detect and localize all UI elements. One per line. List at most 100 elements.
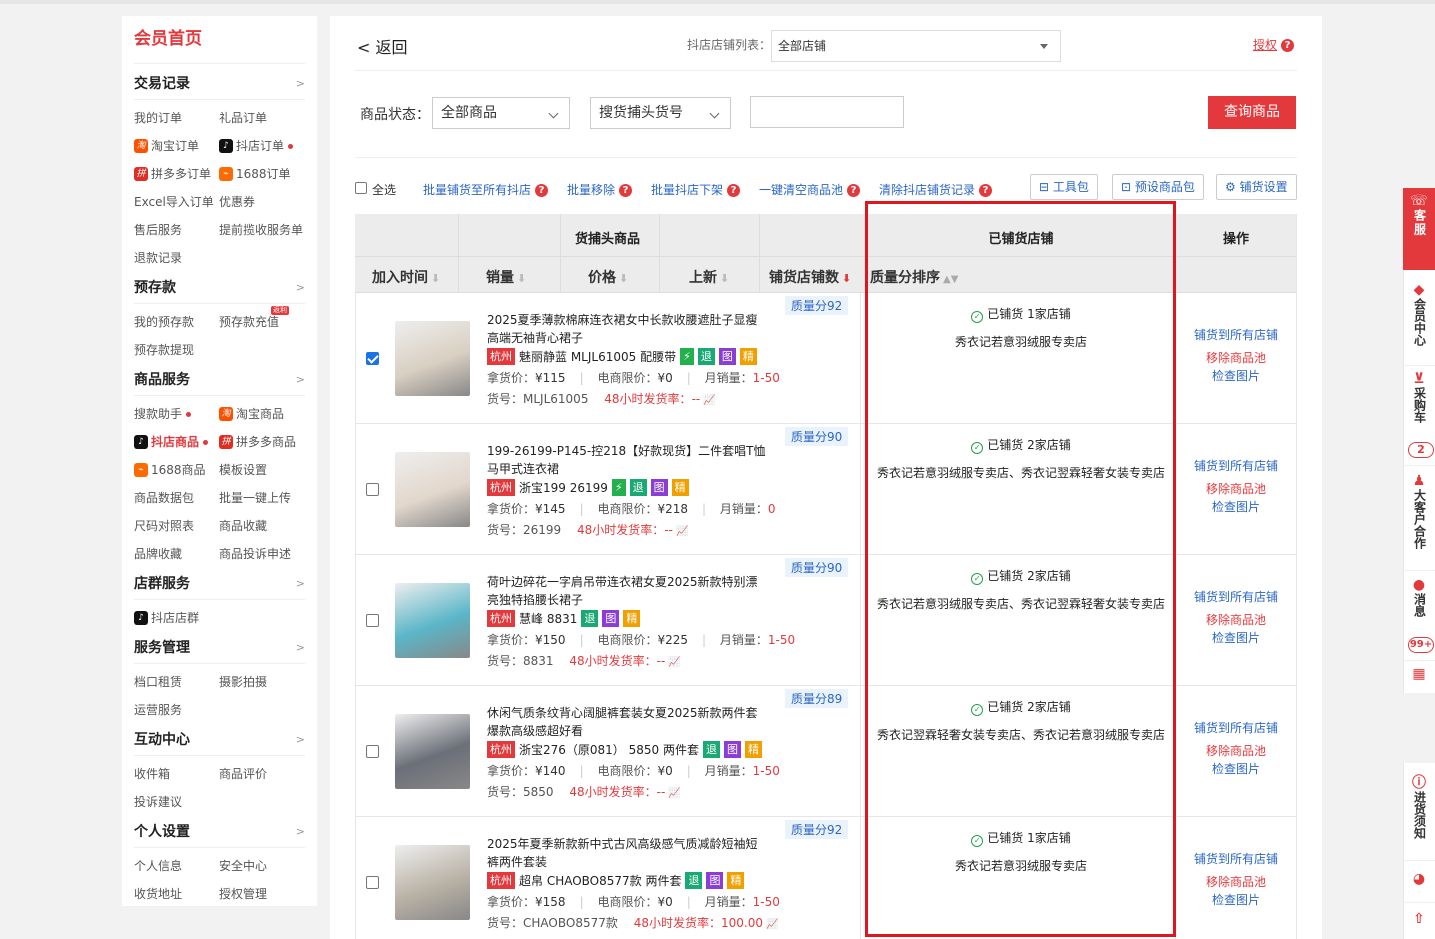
remove-from-pool-link[interactable]: 移除商品池 — [1175, 873, 1297, 891]
check-images-link[interactable]: 检查图片 — [1175, 629, 1297, 647]
link-suggest[interactable]: 投诉建议 — [134, 788, 219, 816]
auth-link[interactable]: 授权? — [1253, 36, 1295, 53]
shop-select[interactable]: 全部店铺 — [771, 30, 1061, 62]
link-reviews[interactable]: 商品评价 — [219, 760, 319, 788]
link-refunds[interactable]: 退款记录 — [134, 244, 219, 272]
link-my-orders[interactable]: 我的订单 — [134, 104, 219, 132]
link-stall-rent[interactable]: 档口租赁 — [134, 668, 219, 696]
goods-title[interactable]: 2025夏季薄款棉麻连衣裙女中长款收腰遮肚子显瘦高端无袖背心裙子 — [487, 311, 767, 347]
section-trade[interactable]: 交易记录 > — [134, 68, 305, 100]
chart-icon[interactable]: 📈 — [676, 526, 688, 537]
link-search-helper[interactable]: 搜款助手 — [134, 400, 219, 428]
sort-sales[interactable]: 销量 — [486, 267, 526, 287]
check-images-link[interactable]: 检查图片 — [1175, 498, 1297, 516]
link-deposit-recharge[interactable]: 预存款充值 返利 — [219, 306, 319, 336]
distribute-all-link[interactable]: 铺货到所有店铺 — [1175, 457, 1297, 475]
distribute-all-link[interactable]: 铺货到所有店铺 — [1175, 719, 1297, 737]
link-after-sales[interactable]: 售后服务 — [134, 216, 219, 244]
link-gift-orders[interactable]: 礼品订单 — [219, 104, 319, 132]
remove-from-pool-link[interactable]: 移除商品池 — [1175, 480, 1297, 498]
messages-button[interactable]: ● 消息 — [1403, 578, 1435, 621]
section-shop-group[interactable]: 店群服务 > — [134, 568, 305, 600]
goods-thumbnail[interactable] — [395, 714, 470, 789]
distribute-all-link[interactable]: 铺货到所有店铺 — [1175, 326, 1297, 344]
section-goods[interactable]: 商品服务 > — [134, 364, 305, 396]
chart-icon[interactable]: 📈 — [766, 919, 778, 930]
chart-icon[interactable]: 📈 — [668, 657, 680, 668]
back-to-top-button[interactable]: ⇧ — [1403, 912, 1435, 927]
clear-records-link[interactable]: 清除抖店铺货记录? — [879, 181, 993, 198]
remove-from-pool-link[interactable]: 移除商品池 — [1175, 742, 1297, 760]
link-taobao-orders[interactable]: 淘淘宝订单 — [134, 132, 219, 160]
row-checkbox[interactable] — [366, 614, 379, 627]
link-douyin-goods[interactable]: ♪ 抖店商品 — [134, 428, 219, 456]
preset-pack-button[interactable]: ⊡ 预设商品包 — [1112, 174, 1204, 200]
link-1688-orders[interactable]: ⌁ 1688订单 — [219, 160, 319, 188]
sidebar-home[interactable]: 会员首页 — [134, 24, 305, 64]
distribute-settings-button[interactable]: ⚙ 铺货设置 — [1216, 174, 1297, 200]
purchase-notice-button[interactable]: ⓘ 进货须知 — [1403, 776, 1435, 843]
link-data-pack[interactable]: 商品数据包 — [134, 484, 219, 512]
remove-from-pool-link[interactable]: 移除商品池 — [1175, 349, 1297, 367]
sort-join-time[interactable]: 加入时间 — [372, 267, 440, 287]
link-profile[interactable]: 个人信息 — [134, 852, 219, 880]
link-pickup[interactable]: 提前揽收服务单 — [219, 216, 319, 244]
check-images-link[interactable]: 检查图片 — [1175, 760, 1297, 778]
row-checkbox[interactable] — [366, 483, 379, 496]
row-checkbox[interactable] — [366, 745, 379, 758]
batch-offshelf-link[interactable]: 批量抖店下架? — [651, 181, 741, 198]
check-images-link[interactable]: 检查图片 — [1175, 367, 1297, 385]
link-douyin-group[interactable]: ♪ 抖店店群 — [134, 604, 219, 632]
link-template[interactable]: 模板设置 — [219, 456, 319, 484]
link-excel-import[interactable]: Excel导入订单 — [134, 188, 219, 216]
sort-price[interactable]: 价格 — [588, 267, 628, 287]
search-type-select[interactable]: 搜货捕头货号 — [590, 97, 731, 129]
link-brand-fav[interactable]: 品牌收藏 — [134, 540, 219, 568]
member-center-button[interactable]: ◆ 会员中心 — [1403, 283, 1435, 350]
clear-pool-link[interactable]: 一键清空商品池? — [759, 181, 861, 198]
distribute-all-link[interactable]: 铺货到所有店铺 — [1175, 588, 1297, 606]
link-photo[interactable]: 摄影拍摄 — [219, 668, 319, 696]
batch-distribute-link[interactable]: 批量铺货至所有抖店? — [423, 181, 549, 198]
goods-thumbnail[interactable] — [395, 321, 470, 396]
link-size-chart[interactable]: 尺码对照表 — [134, 512, 219, 540]
remove-from-pool-link[interactable]: 移除商品池 — [1175, 611, 1297, 629]
link-address[interactable]: 收货地址 — [134, 880, 219, 908]
section-interact[interactable]: 互动中心 > — [134, 724, 305, 756]
row-checkbox[interactable] — [366, 352, 379, 365]
goods-title[interactable]: 199-26199-P145-控218【好款现货】二件套唱T恤马甲式连衣裙 — [487, 442, 767, 478]
back-link[interactable]: < 返回 — [357, 34, 408, 58]
goods-title[interactable]: 荷叶边碎花一字肩吊带连衣裙女夏2025新款特别漂亮独特掐腰长裙子 — [487, 573, 767, 609]
goods-thumbnail[interactable] — [395, 845, 470, 920]
link-auth-manage[interactable]: 授权管理 — [219, 880, 319, 908]
goods-title[interactable]: 休闲气质条纹背心阔腿裤套装女夏2025新款两件套爆款高级感超好看 — [487, 704, 767, 740]
check-images-link[interactable]: 检查图片 — [1175, 891, 1297, 909]
link-batch-upload[interactable]: 批量一键上传 — [219, 484, 319, 512]
chart-icon[interactable]: 📈 — [668, 788, 680, 799]
section-service[interactable]: 服务管理 > — [134, 632, 305, 664]
link-security[interactable]: 安全中心 — [219, 852, 319, 880]
goods-thumbnail[interactable] — [395, 583, 470, 658]
link-deposit-withdraw[interactable]: 预存款提现 — [134, 336, 219, 364]
link-inbox[interactable]: 收件箱 — [134, 760, 219, 788]
goods-title[interactable]: 2025年夏季新款新中式古风高级感气质减龄短袖短裤两件套装 — [487, 835, 767, 871]
link-complaint[interactable]: 商品投诉申述 — [219, 540, 319, 568]
link-douyin-orders[interactable]: ♪ 抖店订单 — [219, 132, 319, 160]
batch-remove-link[interactable]: 批量移除? — [567, 181, 633, 198]
cart-button[interactable]: ⊻ 采购车 — [1403, 372, 1435, 427]
link-operation[interactable]: 运营服务 — [134, 696, 219, 724]
qrcode-button[interactable]: ▦ — [1403, 667, 1435, 682]
link-my-deposit[interactable]: 我的预存款 — [134, 308, 219, 336]
query-goods-button[interactable]: 查询商品 — [1208, 96, 1296, 129]
search-input[interactable] — [750, 96, 904, 128]
link-goods-fav[interactable]: 商品收藏 — [219, 512, 319, 540]
link-pdd-goods[interactable]: 拼拼多多商品 — [219, 428, 319, 456]
feedback-button[interactable]: ◕ — [1403, 872, 1435, 887]
link-taobao-goods[interactable]: 淘淘宝商品 — [219, 400, 319, 428]
chart-icon[interactable]: 📈 — [703, 395, 715, 406]
status-select[interactable]: 全部商品 — [432, 97, 570, 129]
link-pdd-orders[interactable]: 拼拼多多订单 — [134, 160, 219, 188]
link-coupons[interactable]: 优惠券 — [219, 188, 319, 216]
section-deposit[interactable]: 预存款 > — [134, 272, 305, 304]
sort-shop-count[interactable]: 铺货店铺数 — [769, 267, 851, 287]
